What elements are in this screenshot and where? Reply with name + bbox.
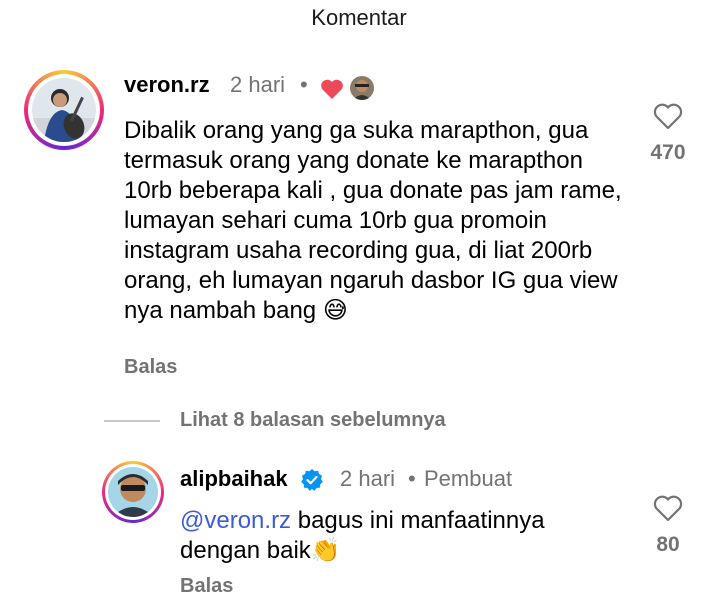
view-previous-replies[interactable]: Lihat 8 balasan sebelumnya bbox=[180, 409, 446, 432]
page-title: Komentar bbox=[311, 5, 407, 30]
heart-outline-icon bbox=[653, 103, 683, 130]
avatar-story-ring[interactable] bbox=[102, 461, 164, 523]
reply-text: @veron.rz bagus ini manfaatinnya dengan … bbox=[180, 506, 600, 566]
verified-badge-icon bbox=[300, 468, 324, 492]
meta-separator: • bbox=[408, 466, 416, 491]
avatar bbox=[108, 467, 158, 517]
divider-line bbox=[104, 420, 160, 422]
avatar bbox=[32, 78, 96, 142]
like-count: 80 bbox=[656, 533, 680, 556]
meta-separator: • bbox=[300, 72, 308, 97]
mention-link[interactable]: @veron.rz bbox=[180, 507, 291, 534]
comment-username[interactable]: veron.rz bbox=[124, 72, 210, 98]
comment-text: Dibalik orang yang ga suka marapthon, gu… bbox=[124, 117, 622, 324]
creator-label: Pembuat bbox=[424, 466, 513, 491]
reply-button[interactable]: Balas bbox=[180, 575, 233, 598]
heart-outline-icon bbox=[653, 495, 683, 522]
like-count: 470 bbox=[650, 141, 686, 164]
like-column: 80 bbox=[638, 494, 698, 557]
heart-icon bbox=[320, 78, 344, 100]
like-column: 470 bbox=[638, 102, 698, 165]
like-button[interactable] bbox=[653, 494, 683, 527]
reply-button[interactable]: Balas bbox=[124, 356, 177, 379]
reply-username[interactable]: alipbaihak bbox=[180, 466, 288, 492]
like-button[interactable] bbox=[653, 102, 683, 135]
avatar-story-ring[interactable] bbox=[24, 70, 104, 150]
creator-avatar-small bbox=[350, 76, 374, 100]
comment-time: 2 hari bbox=[230, 72, 286, 97]
reply-time: 2 hari bbox=[340, 466, 396, 491]
